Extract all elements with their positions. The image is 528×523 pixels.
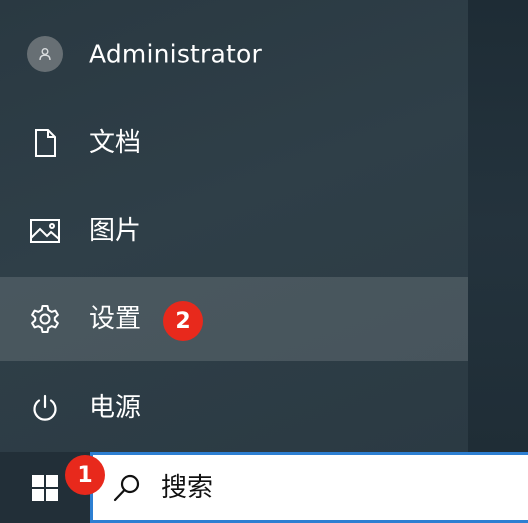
menu-item-pictures[interactable]: 图片 (0, 189, 468, 273)
menu-item-label: 图片 (89, 216, 142, 246)
menu-item-label: 文档 (89, 128, 142, 158)
menu-item-label: Administrator (89, 39, 263, 69)
step-badge-1: 1 (65, 455, 105, 495)
search-icon (109, 470, 145, 506)
gear-icon (26, 300, 64, 338)
menu-item-power[interactable]: 电源 (0, 366, 468, 450)
windows-logo-icon (32, 474, 58, 501)
menu-item-label: 设置 (89, 304, 142, 334)
pictures-icon (26, 212, 64, 250)
document-icon (26, 124, 64, 162)
search-placeholder: 搜索 (161, 472, 214, 503)
menu-item-settings[interactable]: 设置 (0, 277, 468, 361)
step-badge-2: 2 (163, 301, 203, 341)
search-box[interactable]: 搜索 (90, 452, 528, 523)
avatar (26, 35, 64, 73)
user-avatar-icon (27, 36, 63, 72)
menu-item-label: 电源 (89, 393, 142, 423)
menu-item-account[interactable]: Administrator (0, 12, 468, 96)
start-menu: Administrator 文档 图片 设置 电源 (0, 0, 468, 452)
menu-item-documents[interactable]: 文档 (0, 101, 468, 185)
power-icon (26, 389, 64, 427)
